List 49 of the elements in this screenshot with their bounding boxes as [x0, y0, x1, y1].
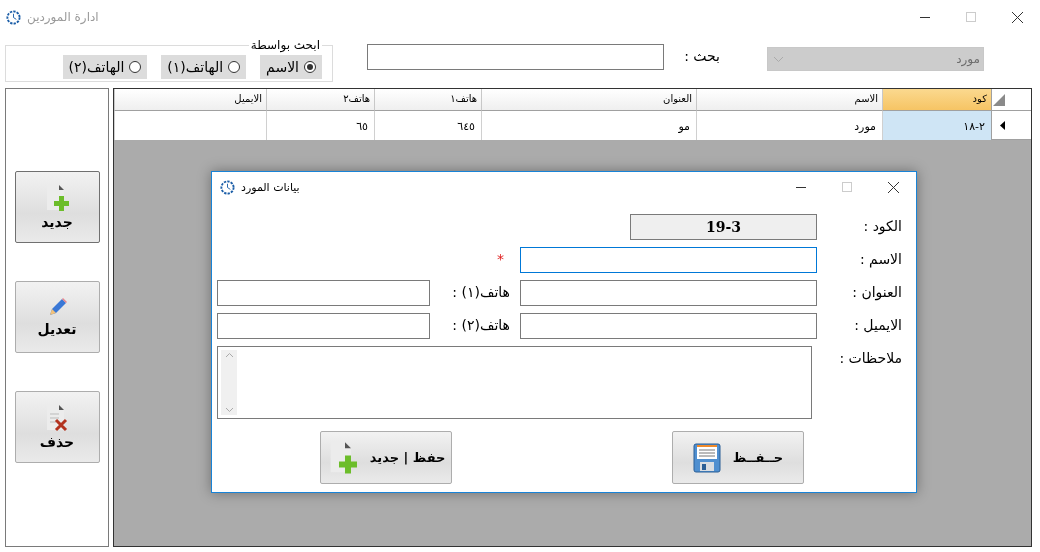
chevron-down-icon	[774, 56, 783, 62]
name-field[interactable]	[520, 247, 817, 273]
field-label: الايميل :	[853, 316, 902, 335]
radio-button[interactable]	[129, 60, 142, 73]
phone-field[interactable]	[217, 280, 430, 306]
address-field[interactable]	[520, 280, 817, 306]
column-header[interactable]: هاتف١	[374, 89, 481, 111]
radio-button[interactable]	[304, 60, 316, 73]
required-mark: *	[496, 250, 505, 269]
column-header[interactable]: الايميل	[114, 89, 266, 111]
close-icon	[1011, 11, 1023, 23]
save-and-new-button[interactable]: حفظ | جديد	[320, 431, 452, 484]
window-title: ادارة الموردين	[27, 10, 99, 24]
search-label: بحث :	[683, 48, 720, 64]
column-header[interactable]: هاتف٢	[266, 89, 374, 111]
new-button[interactable]: جديد	[14, 171, 100, 243]
save-button[interactable]: حــفــظ	[672, 431, 804, 484]
triangle-icon	[993, 93, 1005, 106]
field-label: الاسم :	[858, 250, 902, 270]
code-field[interactable]: 19-3	[630, 214, 817, 240]
delete-button[interactable]: حذف	[14, 391, 100, 463]
document-plus-icon	[44, 184, 70, 212]
app-icon	[220, 179, 235, 195]
minimize-icon	[920, 16, 930, 18]
edit-button[interactable]: تعديل	[14, 281, 100, 353]
notes-field[interactable]	[217, 346, 812, 419]
field-label: هاتف(١) :	[451, 283, 511, 302]
app-icon	[6, 9, 21, 25]
column-header[interactable]: الاسم	[696, 89, 882, 111]
field-label: ملاحظات :	[838, 349, 902, 368]
search-field[interactable]	[367, 44, 664, 70]
column-header[interactable]: العنوان	[481, 89, 696, 111]
column-header[interactable]: كود	[882, 89, 991, 111]
field-label: العنوان :	[851, 283, 902, 303]
table-cell: ٢-١٨	[882, 111, 991, 140]
phone-field[interactable]	[217, 313, 430, 339]
dialog-title: بيانات المورد	[241, 180, 300, 194]
document-delete-icon	[44, 404, 70, 432]
radio-button[interactable]	[228, 60, 241, 73]
maximize-icon	[842, 182, 852, 192]
current-row-icon	[1000, 120, 1005, 130]
group-title: ابحث بواسطة	[249, 38, 321, 52]
field-label: هاتف(٢) :	[451, 316, 511, 335]
close-icon	[887, 181, 899, 193]
minimize-icon	[796, 186, 806, 188]
row-header[interactable]	[991, 111, 1031, 140]
maximize-icon	[966, 12, 976, 22]
email-field[interactable]	[520, 313, 817, 339]
field-label: الكود :	[862, 217, 902, 237]
